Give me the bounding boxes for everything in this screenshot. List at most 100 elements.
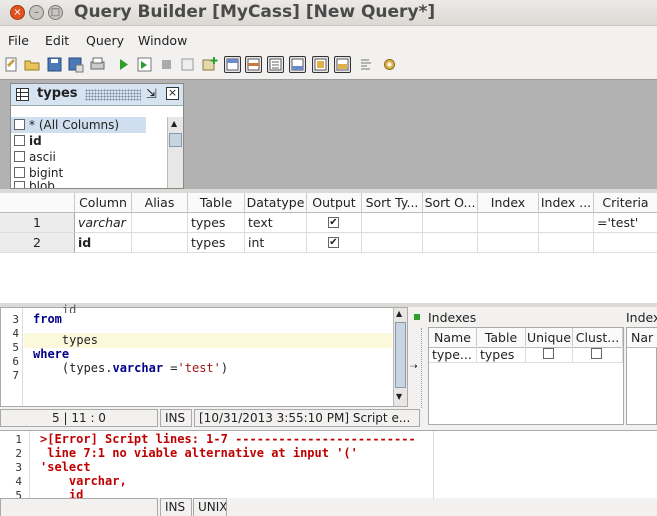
line-number: 4 <box>12 327 19 340</box>
grid-cell-criteria[interactable] <box>594 233 657 253</box>
table-box-scrollbar[interactable]: ▲ <box>167 117 183 188</box>
grid-cell-sort-type[interactable] <box>362 233 423 253</box>
grid-cell-output[interactable]: ✔ <box>307 213 362 233</box>
maximize-window-button[interactable]: □ <box>48 5 63 20</box>
idx-header-table[interactable]: Table <box>477 328 526 348</box>
scroll-thumb[interactable] <box>169 133 182 147</box>
open-icon[interactable] <box>24 56 41 73</box>
row-number[interactable]: 1 <box>0 213 75 233</box>
print-icon[interactable] <box>89 56 106 73</box>
idx-cell-name[interactable]: type... <box>429 346 477 363</box>
scroll-up-icon[interactable]: ▲ <box>396 309 402 318</box>
grid-header-sort-order[interactable]: Sort O... <box>423 193 478 213</box>
pin-icon[interactable]: ⇲ <box>146 87 157 102</box>
log-line: line 7:1 no viable alternative at input … <box>40 446 358 460</box>
grid-cell-output[interactable]: ✔ <box>307 233 362 253</box>
column-checkbox[interactable] <box>14 181 25 188</box>
sql-editor[interactable]: id 3 from 4 5 types 6 where 7 (types.var… <box>0 303 408 407</box>
grid-cell-index[interactable] <box>478 233 539 253</box>
grid-cell-table[interactable]: types <box>188 213 245 233</box>
grid-cell-sort-order[interactable] <box>423 233 478 253</box>
grid-cell-index[interactable] <box>478 213 539 233</box>
scroll-up-icon[interactable]: ▲ <box>171 119 177 128</box>
grid-cell-alias[interactable] <box>132 213 188 233</box>
grid-cell-column[interactable]: id <box>75 233 132 253</box>
save-as-icon[interactable] <box>67 56 84 73</box>
menu-bar: File Edit Query Window <box>0 29 657 51</box>
scroll-down-icon[interactable]: ▼ <box>396 392 402 401</box>
idx-cell-clustered[interactable] <box>573 346 623 363</box>
menu-file[interactable]: File <box>8 33 29 48</box>
close-window-button[interactable]: × <box>10 5 25 20</box>
clustered-checkbox[interactable] <box>591 348 602 359</box>
grid-header-alias[interactable]: Alias <box>132 193 188 213</box>
grid-header-sort-type[interactable]: Sort Ty... <box>362 193 423 213</box>
grid-cell-index-2[interactable] <box>539 233 594 253</box>
idx-cell-unique[interactable] <box>526 346 573 363</box>
save-icon[interactable] <box>46 56 63 73</box>
idx2-header-name[interactable]: Nar <box>627 328 657 348</box>
scroll-thumb[interactable] <box>395 322 406 388</box>
column-item-blob[interactable]: blob <box>11 181 146 188</box>
menu-window[interactable]: Window <box>138 33 187 48</box>
layout-5-icon[interactable] <box>312 56 329 73</box>
run-icon[interactable] <box>115 56 132 73</box>
layout-2-icon[interactable] <box>245 56 262 73</box>
row-number[interactable]: 2 <box>0 233 75 253</box>
grid-cell-index-2[interactable] <box>539 213 594 233</box>
grid-header-criteria[interactable]: Criteria <box>594 193 657 213</box>
grid-header-index[interactable]: Index <box>478 193 539 213</box>
close-table-icon[interactable]: × <box>166 87 179 100</box>
grid-cell-datatype[interactable]: int <box>245 233 307 253</box>
menu-query[interactable]: Query <box>86 33 124 48</box>
stop-icon[interactable] <box>158 56 175 73</box>
indexes-title: Indexes <box>428 310 477 325</box>
minimize-window-button[interactable]: – <box>29 5 44 20</box>
add-table-icon[interactable] <box>201 56 218 73</box>
sql-scrollbar[interactable]: ▲ ▼ <box>393 308 407 406</box>
format-icon[interactable] <box>358 56 375 73</box>
table-box-types[interactable]: types ⇲ × * (All Columns) id ascii bigin… <box>10 83 184 189</box>
column-checkbox[interactable] <box>14 167 25 178</box>
drag-handle[interactable] <box>85 89 141 101</box>
new-icon[interactable] <box>3 56 20 73</box>
grid-cell-sort-type[interactable] <box>362 213 423 233</box>
output-checkbox[interactable]: ✔ <box>328 237 339 248</box>
grid-cell-criteria[interactable]: ='test' <box>594 213 657 233</box>
table-box-header[interactable]: types ⇲ × <box>11 84 183 106</box>
grid-header-index-2[interactable]: Index ... <box>539 193 594 213</box>
layout-3-icon[interactable] <box>267 56 284 73</box>
grid-cell-alias[interactable] <box>132 233 188 253</box>
run-to-grid-icon[interactable] <box>136 56 153 73</box>
output-checkbox[interactable]: ✔ <box>328 217 339 228</box>
unique-checkbox[interactable] <box>543 348 554 359</box>
grid-cell-datatype[interactable]: text <box>245 213 307 233</box>
column-checkbox[interactable] <box>14 151 25 162</box>
grid-header-column[interactable]: Column <box>75 193 132 213</box>
settings-icon[interactable] <box>381 56 398 73</box>
grid-cell-sort-order[interactable] <box>423 213 478 233</box>
column-item-id[interactable]: id <box>11 133 146 149</box>
idx-header-clustered[interactable]: Clust... <box>573 328 623 348</box>
column-checkbox[interactable] <box>14 135 25 146</box>
idx-header-unique[interactable]: Unique <box>526 328 573 348</box>
explain-icon[interactable] <box>179 56 196 73</box>
grid-header-output[interactable]: Output <box>307 193 362 213</box>
layout-6-icon[interactable] <box>334 56 351 73</box>
column-item-ascii[interactable]: ascii <box>11 149 146 165</box>
column-checkbox[interactable] <box>14 119 25 130</box>
menu-edit[interactable]: Edit <box>45 33 69 48</box>
panel-splitter[interactable]: ⇢ <box>410 328 422 408</box>
column-item-all[interactable]: * (All Columns) <box>11 117 146 133</box>
grid-header-table[interactable]: Table <box>188 193 245 213</box>
layout-1-icon[interactable] <box>224 56 241 73</box>
column-item-bigint[interactable]: bigint <box>11 165 146 181</box>
grid-corner <box>0 193 75 213</box>
grid-cell-column[interactable]: varchar <box>75 213 132 233</box>
layout-4-icon[interactable] <box>289 56 306 73</box>
grid-header-datatype[interactable]: Datatype <box>245 193 307 213</box>
grid-cell-table[interactable]: types <box>188 233 245 253</box>
idx-cell-table[interactable]: types <box>477 346 526 363</box>
output-log[interactable]: 1 >[Error] Script lines: 1-7 -----------… <box>0 430 657 502</box>
idx-header-name[interactable]: Name <box>429 328 477 348</box>
